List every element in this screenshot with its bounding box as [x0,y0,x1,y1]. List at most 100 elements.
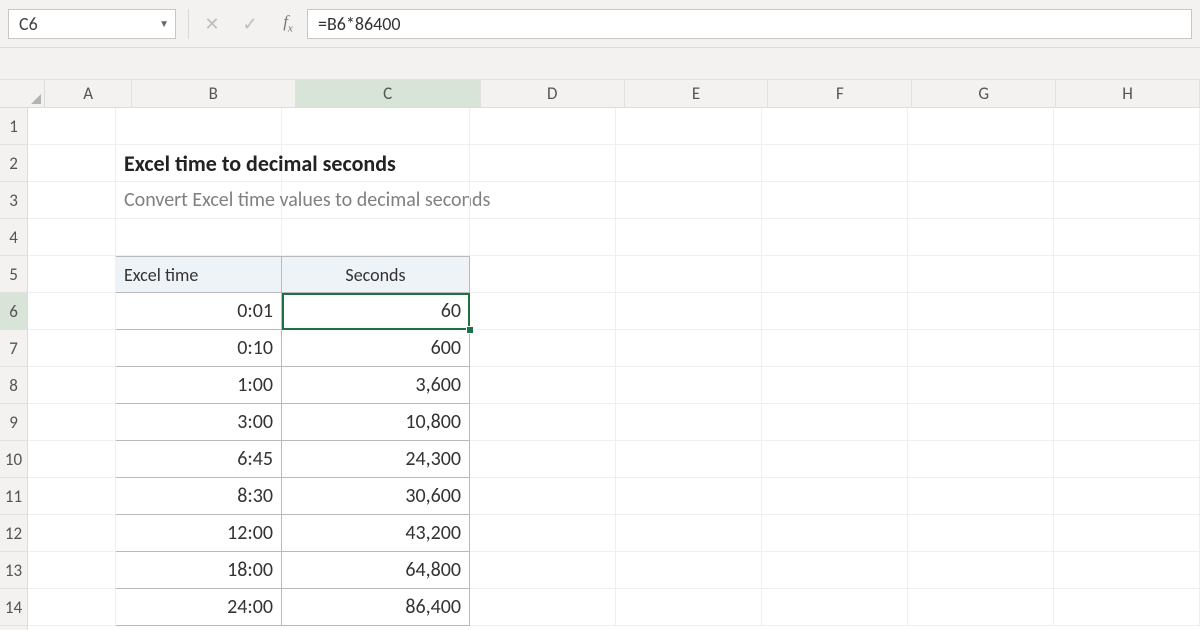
cell-D11[interactable] [470,478,616,515]
cell-H9[interactable] [1054,404,1200,441]
cell-A10[interactable] [28,441,116,478]
cell-B2[interactable]: Excel time to decimal seconds [116,145,282,182]
cell-B6[interactable]: 0:01 [116,293,282,330]
cell-B9[interactable]: 3:00 [116,404,282,441]
col-header-B[interactable]: B [132,80,296,107]
cell-G1[interactable] [908,108,1054,145]
cell-D13[interactable] [470,552,616,589]
cell-B4[interactable] [116,219,282,256]
cell-F5[interactable] [762,256,908,293]
cell-F11[interactable] [762,478,908,515]
cell-H7[interactable] [1054,330,1200,367]
cell-B8[interactable]: 1:00 [116,367,282,404]
cell-G8[interactable] [908,367,1054,404]
cell-C2[interactable] [282,145,470,182]
cell-D10[interactable] [470,441,616,478]
cell-H8[interactable] [1054,367,1200,404]
cell-E12[interactable] [616,515,762,552]
cell-E9[interactable] [616,404,762,441]
cell-G11[interactable] [908,478,1054,515]
cell-C6[interactable]: 60 [282,293,470,330]
cell-A11[interactable] [28,478,116,515]
cell-E8[interactable] [616,367,762,404]
cell-G14[interactable] [908,589,1054,626]
row-header-9[interactable]: 9 [0,404,27,441]
select-all-corner[interactable] [0,80,45,107]
cell-F12[interactable] [762,515,908,552]
cell-B5[interactable]: Excel time [116,256,282,293]
cell-G13[interactable] [908,552,1054,589]
cell-F6[interactable] [762,293,908,330]
row-header-7[interactable]: 7 [0,330,27,367]
cell-E5[interactable] [616,256,762,293]
cell-H5[interactable] [1054,256,1200,293]
cell-E2[interactable] [616,145,762,182]
cell-A1[interactable] [28,108,116,145]
cell-D14[interactable] [470,589,616,626]
row-header-12[interactable]: 12 [0,515,27,552]
row-header-11[interactable]: 11 [0,478,27,515]
cell-H6[interactable] [1054,293,1200,330]
cell-E6[interactable] [616,293,762,330]
cell-D8[interactable] [470,367,616,404]
cell-A12[interactable] [28,515,116,552]
cell-G10[interactable] [908,441,1054,478]
row-header-13[interactable]: 13 [0,552,27,589]
cell-E7[interactable] [616,330,762,367]
cell-A3[interactable] [28,182,116,219]
col-header-A[interactable]: A [45,80,132,107]
col-header-E[interactable]: E [625,80,769,107]
chevron-down-icon[interactable]: ▼ [159,17,169,30]
cell-A9[interactable] [28,404,116,441]
cell-C4[interactable] [282,219,470,256]
cell-C8[interactable]: 3,600 [282,367,470,404]
enter-button[interactable]: ✓ [231,9,269,39]
cell-C11[interactable]: 30,600 [282,478,470,515]
cell-D6[interactable] [470,293,616,330]
cell-E10[interactable] [616,441,762,478]
cell-G9[interactable] [908,404,1054,441]
cell-C9[interactable]: 10,800 [282,404,470,441]
cell-F3[interactable] [762,182,908,219]
cell-B10[interactable]: 6:45 [116,441,282,478]
cell-F10[interactable] [762,441,908,478]
insert-function-button[interactable]: fx [269,9,307,39]
cell-F7[interactable] [762,330,908,367]
cell-G2[interactable] [908,145,1054,182]
row-header-3[interactable]: 3 [0,182,27,219]
cell-D7[interactable] [470,330,616,367]
cell-C10[interactable]: 24,300 [282,441,470,478]
cell-E1[interactable] [616,108,762,145]
cell-D5[interactable] [470,256,616,293]
cell-G12[interactable] [908,515,1054,552]
cell-H13[interactable] [1054,552,1200,589]
cell-A14[interactable] [28,589,116,626]
cell-B12[interactable]: 12:00 [116,515,282,552]
cell-C1[interactable] [282,108,470,145]
cell-C5[interactable]: Seconds [282,256,470,293]
col-header-D[interactable]: D [481,80,625,107]
cell-A13[interactable] [28,552,116,589]
cell-F14[interactable] [762,589,908,626]
formula-input[interactable]: =B6*86400 [307,9,1192,39]
cell-G5[interactable] [908,256,1054,293]
cell-A5[interactable] [28,256,116,293]
col-header-F[interactable]: F [768,80,912,107]
cell-F2[interactable] [762,145,908,182]
cell-E4[interactable] [616,219,762,256]
cell-C3[interactable] [282,182,470,219]
cell-G7[interactable] [908,330,1054,367]
cell-H12[interactable] [1054,515,1200,552]
cancel-button[interactable]: ✕ [193,9,231,39]
cell-E11[interactable] [616,478,762,515]
cell-B7[interactable]: 0:10 [116,330,282,367]
cell-A2[interactable] [28,145,116,182]
col-header-H[interactable]: H [1056,80,1200,107]
cell-H2[interactable] [1054,145,1200,182]
cell-G3[interactable] [908,182,1054,219]
cell-F8[interactable] [762,367,908,404]
col-header-C[interactable]: C [296,80,481,107]
cell-G4[interactable] [908,219,1054,256]
row-header-4[interactable]: 4 [0,219,27,256]
cell-F4[interactable] [762,219,908,256]
